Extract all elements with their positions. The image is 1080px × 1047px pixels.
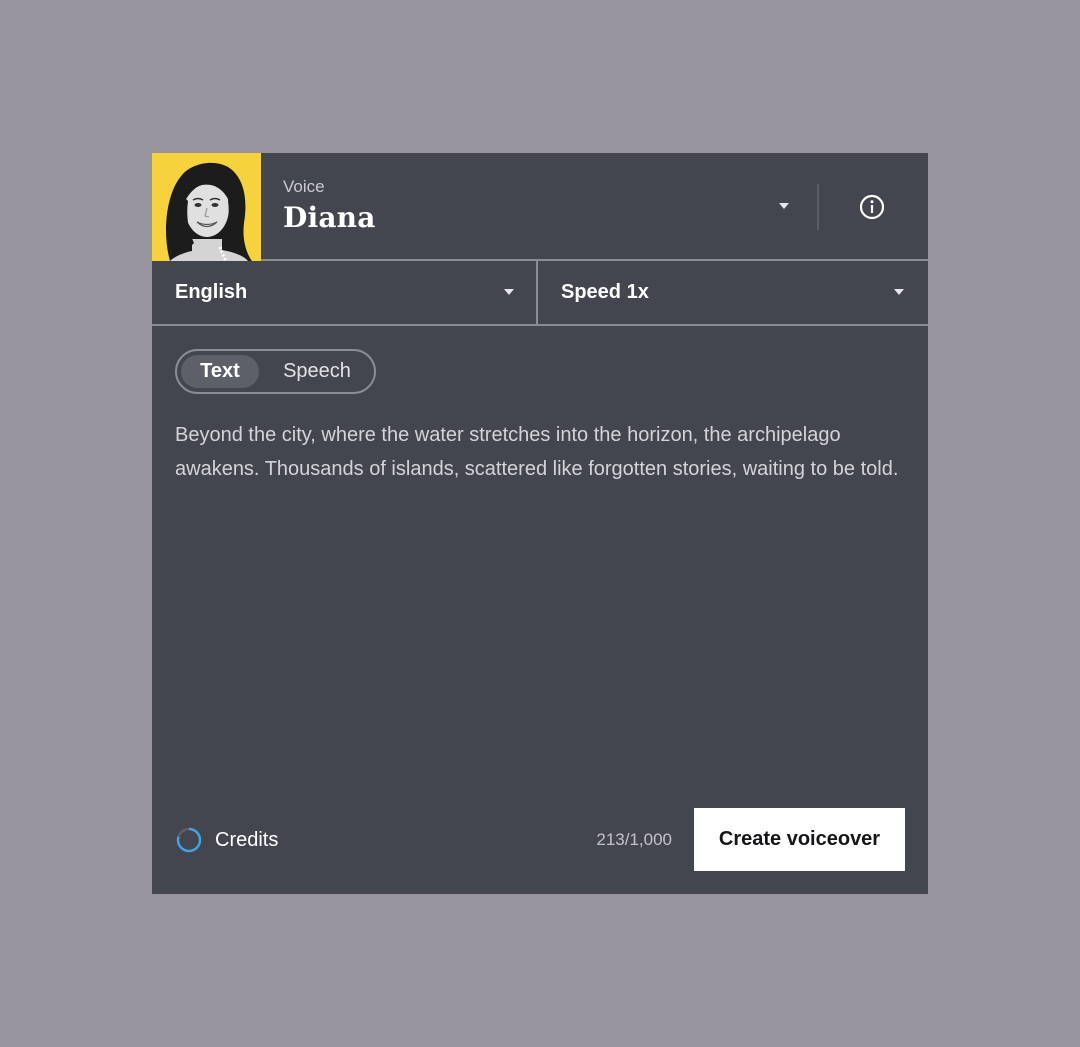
info-button[interactable] <box>856 191 888 223</box>
voice-header: Voice Diana <box>152 153 928 261</box>
chevron-down-icon <box>779 203 789 209</box>
chevron-down-icon <box>894 289 904 295</box>
voiceover-panel: Voice Diana English Speed 1x Text Speech… <box>152 153 928 894</box>
credits-label[interactable]: Credits <box>215 829 278 852</box>
create-voiceover-button[interactable]: Create voiceover <box>694 808 905 871</box>
progress-ring-icon <box>176 827 202 853</box>
portrait-image <box>166 162 252 261</box>
voice-dropdown-button[interactable] <box>770 191 798 219</box>
tab-speech[interactable]: Speech <box>269 355 365 388</box>
voice-avatar <box>152 153 261 261</box>
language-select[interactable]: English <box>152 261 538 324</box>
mode-toggle: Text Speech <box>175 349 376 394</box>
script-text-area[interactable]: Beyond the city, where the water stretch… <box>175 418 910 486</box>
voice-name: Diana <box>283 201 376 234</box>
info-icon <box>859 194 885 220</box>
character-count: 213/1,000 <box>596 830 672 849</box>
speed-select[interactable]: Speed 1x <box>538 261 928 324</box>
header-divider <box>817 184 819 230</box>
voice-label: Voice <box>283 177 325 196</box>
speed-select-value: Speed 1x <box>561 281 649 303</box>
language-select-value: English <box>175 281 248 303</box>
options-row: English Speed 1x <box>152 261 928 326</box>
chevron-down-icon <box>504 289 514 295</box>
tab-text[interactable]: Text <box>181 355 259 388</box>
